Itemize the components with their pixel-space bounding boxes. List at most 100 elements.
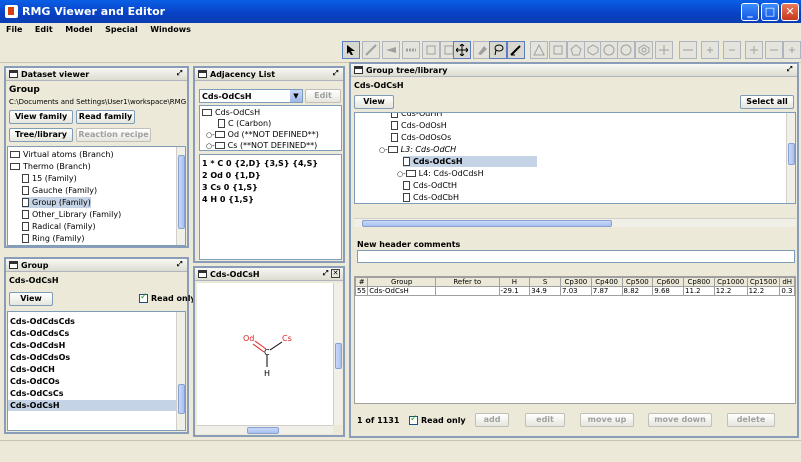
table-cell[interactable]: 7.03 (560, 286, 592, 296)
view-family-button[interactable]: View family (9, 110, 73, 124)
pen-tool-icon[interactable] (507, 41, 525, 59)
table-cell[interactable]: -29.1 (498, 286, 531, 296)
tree-item[interactable]: Cds-OdCtH (403, 180, 457, 191)
tree-item[interactable]: ○- L4: Cds-OdCdsH (397, 168, 484, 179)
tree-item[interactable]: Cds-OdCbH (403, 192, 459, 203)
tree-item[interactable]: Cds-OdOsH (391, 120, 447, 131)
move-up-button[interactable]: move up (580, 413, 634, 427)
maximize-panel-icon[interactable]: ⤢ (787, 66, 794, 73)
scrollbar-thumb[interactable] (247, 427, 279, 434)
adjacency-text-area[interactable]: 1 * C 0 {2,D} {3,S} {4,S} 2 Od 0 {1,D} 3… (199, 154, 342, 260)
hash-bond-tool[interactable] (402, 41, 420, 59)
zoom-in-tool[interactable] (655, 41, 673, 59)
tree-library-button[interactable]: Tree/library (9, 128, 73, 142)
benzene-ring-tool[interactable] (635, 41, 653, 59)
table-cell[interactable] (434, 286, 500, 296)
scrollbar-thumb[interactable] (335, 343, 342, 369)
column-header[interactable]: # (354, 277, 369, 287)
chevron-down-icon[interactable]: ▼ (290, 90, 302, 102)
minimize-button[interactable]: _ (741, 3, 759, 21)
column-header[interactable]: Cp400 (590, 277, 623, 287)
table-cell[interactable]: 12.2 (746, 286, 781, 296)
move-tool-icon[interactable] (453, 41, 471, 59)
maximize-panel-icon[interactable]: ⤢ (333, 70, 340, 77)
reaction-recipe-button[interactable]: Reaction recipe (76, 128, 151, 142)
list-item[interactable]: Cds-OdCdsH (10, 340, 65, 351)
add-button[interactable]: add (475, 413, 509, 427)
maximize-panel-icon[interactable]: ⤢ (323, 270, 330, 277)
tree-item[interactable]: ○- Cs (**NOT DEFINED**) (206, 140, 317, 150)
tree-item[interactable]: Cds-OdHH (391, 113, 442, 119)
column-header[interactable]: H (498, 277, 531, 287)
tree-item[interactable]: Gauche (Family) (22, 185, 97, 196)
read-only-checkbox[interactable]: Read only (409, 414, 466, 425)
maximize-panel-icon[interactable]: ⤢ (177, 70, 184, 77)
table-cell[interactable]: 0.3 (779, 286, 795, 296)
edit-button[interactable]: edit (525, 413, 565, 427)
horizontal-scrollbar[interactable] (197, 425, 333, 434)
select-all-button[interactable]: Select all (740, 95, 794, 109)
tree-item[interactable]: Virtual atoms (Branch) (10, 149, 114, 160)
vertical-scrollbar[interactable] (176, 147, 185, 245)
table-cell[interactable]: 9.68 (652, 286, 685, 296)
select-arrow-tool[interactable] (342, 41, 360, 59)
menu-windows[interactable]: Windows (144, 23, 195, 34)
column-header[interactable]: S (529, 277, 562, 287)
edit-button[interactable]: Edit (305, 89, 341, 103)
table-cell[interactable]: 7.87 (590, 286, 623, 296)
column-header[interactable]: Cp600 (652, 277, 685, 287)
square-ring-tool[interactable] (549, 41, 567, 59)
list-item[interactable]: Cds-OdCsCs (10, 388, 63, 399)
column-header[interactable]: Cp500 (621, 277, 654, 287)
column-header[interactable]: dH (779, 277, 795, 287)
list-item-selected[interactable]: Cds-OdCsH (8, 400, 176, 411)
molecule-canvas[interactable]: Od C Cs H (197, 283, 333, 425)
table-cell[interactable]: 34.9 (529, 286, 562, 296)
charge-minus-tool[interactable] (723, 41, 741, 59)
help-tool[interactable] (783, 41, 801, 59)
menu-file[interactable]: File (0, 23, 26, 34)
tree-item[interactable]: 15 (Family) (22, 173, 77, 184)
delete-button[interactable]: delete (727, 413, 775, 427)
table-cell[interactable]: 12.2 (713, 286, 748, 296)
column-header[interactable]: Cp800 (683, 277, 715, 287)
scrollbar-thumb[interactable] (178, 384, 185, 414)
column-header[interactable]: Cp300 (560, 277, 592, 287)
column-header[interactable]: Refer to (434, 277, 500, 287)
tree-item[interactable]: Other_Library (Family) (22, 209, 121, 220)
menu-model[interactable]: Model (59, 23, 96, 34)
tree-item[interactable]: Cds-OdCsH (202, 107, 260, 118)
menu-special[interactable]: Special (99, 23, 142, 34)
lasso-tool-icon[interactable] (489, 41, 507, 59)
close-button[interactable]: ✕ (781, 3, 799, 21)
header-comments-input[interactable] (357, 250, 795, 263)
close-panel-icon[interactable]: ✕ (331, 269, 340, 278)
wedge-bond-tool[interactable] (382, 41, 400, 59)
tree-item[interactable]: Radical (Family) (22, 221, 96, 232)
octagon-ring-tool[interactable] (617, 41, 635, 59)
table-cell[interactable]: 11.2 (683, 286, 715, 296)
plus-tool[interactable] (745, 41, 763, 59)
vertical-scrollbar[interactable] (333, 283, 342, 425)
tree-item-selected[interactable]: Group (Family) (22, 197, 91, 208)
list-item[interactable]: Cds-OdCdsOs (10, 352, 70, 363)
scrollbar-thumb[interactable] (362, 220, 612, 227)
group-select-dropdown[interactable]: Cds-OdCsH ▼ (199, 89, 303, 103)
charge-plus-tool[interactable] (701, 41, 719, 59)
heptagon-ring-tool[interactable] (600, 41, 618, 59)
zoom-out-tool[interactable] (679, 41, 697, 59)
list-item[interactable]: Cds-OdCH (10, 364, 55, 375)
table-cell[interactable]: 55 (354, 286, 369, 296)
scrollbar-thumb[interactable] (788, 143, 795, 165)
maximize-button[interactable]: □ (761, 3, 779, 21)
view-button[interactable]: View (354, 95, 394, 109)
list-item[interactable]: Cds-OdCdsCs (10, 328, 69, 339)
minus-tool[interactable] (765, 41, 783, 59)
list-item[interactable]: Cds-OdCdsCds (10, 316, 75, 327)
tree-item[interactable]: Ring (Family) (22, 233, 84, 244)
tree-item[interactable]: ○- L3: Cds-OdCH (379, 144, 456, 155)
vertical-scrollbar[interactable] (786, 113, 795, 203)
tree-item-selected[interactable]: Cds-OdCsH (403, 156, 537, 167)
horizontal-scrollbar[interactable] (354, 218, 796, 227)
column-header[interactable]: Cp1000 (713, 277, 748, 287)
